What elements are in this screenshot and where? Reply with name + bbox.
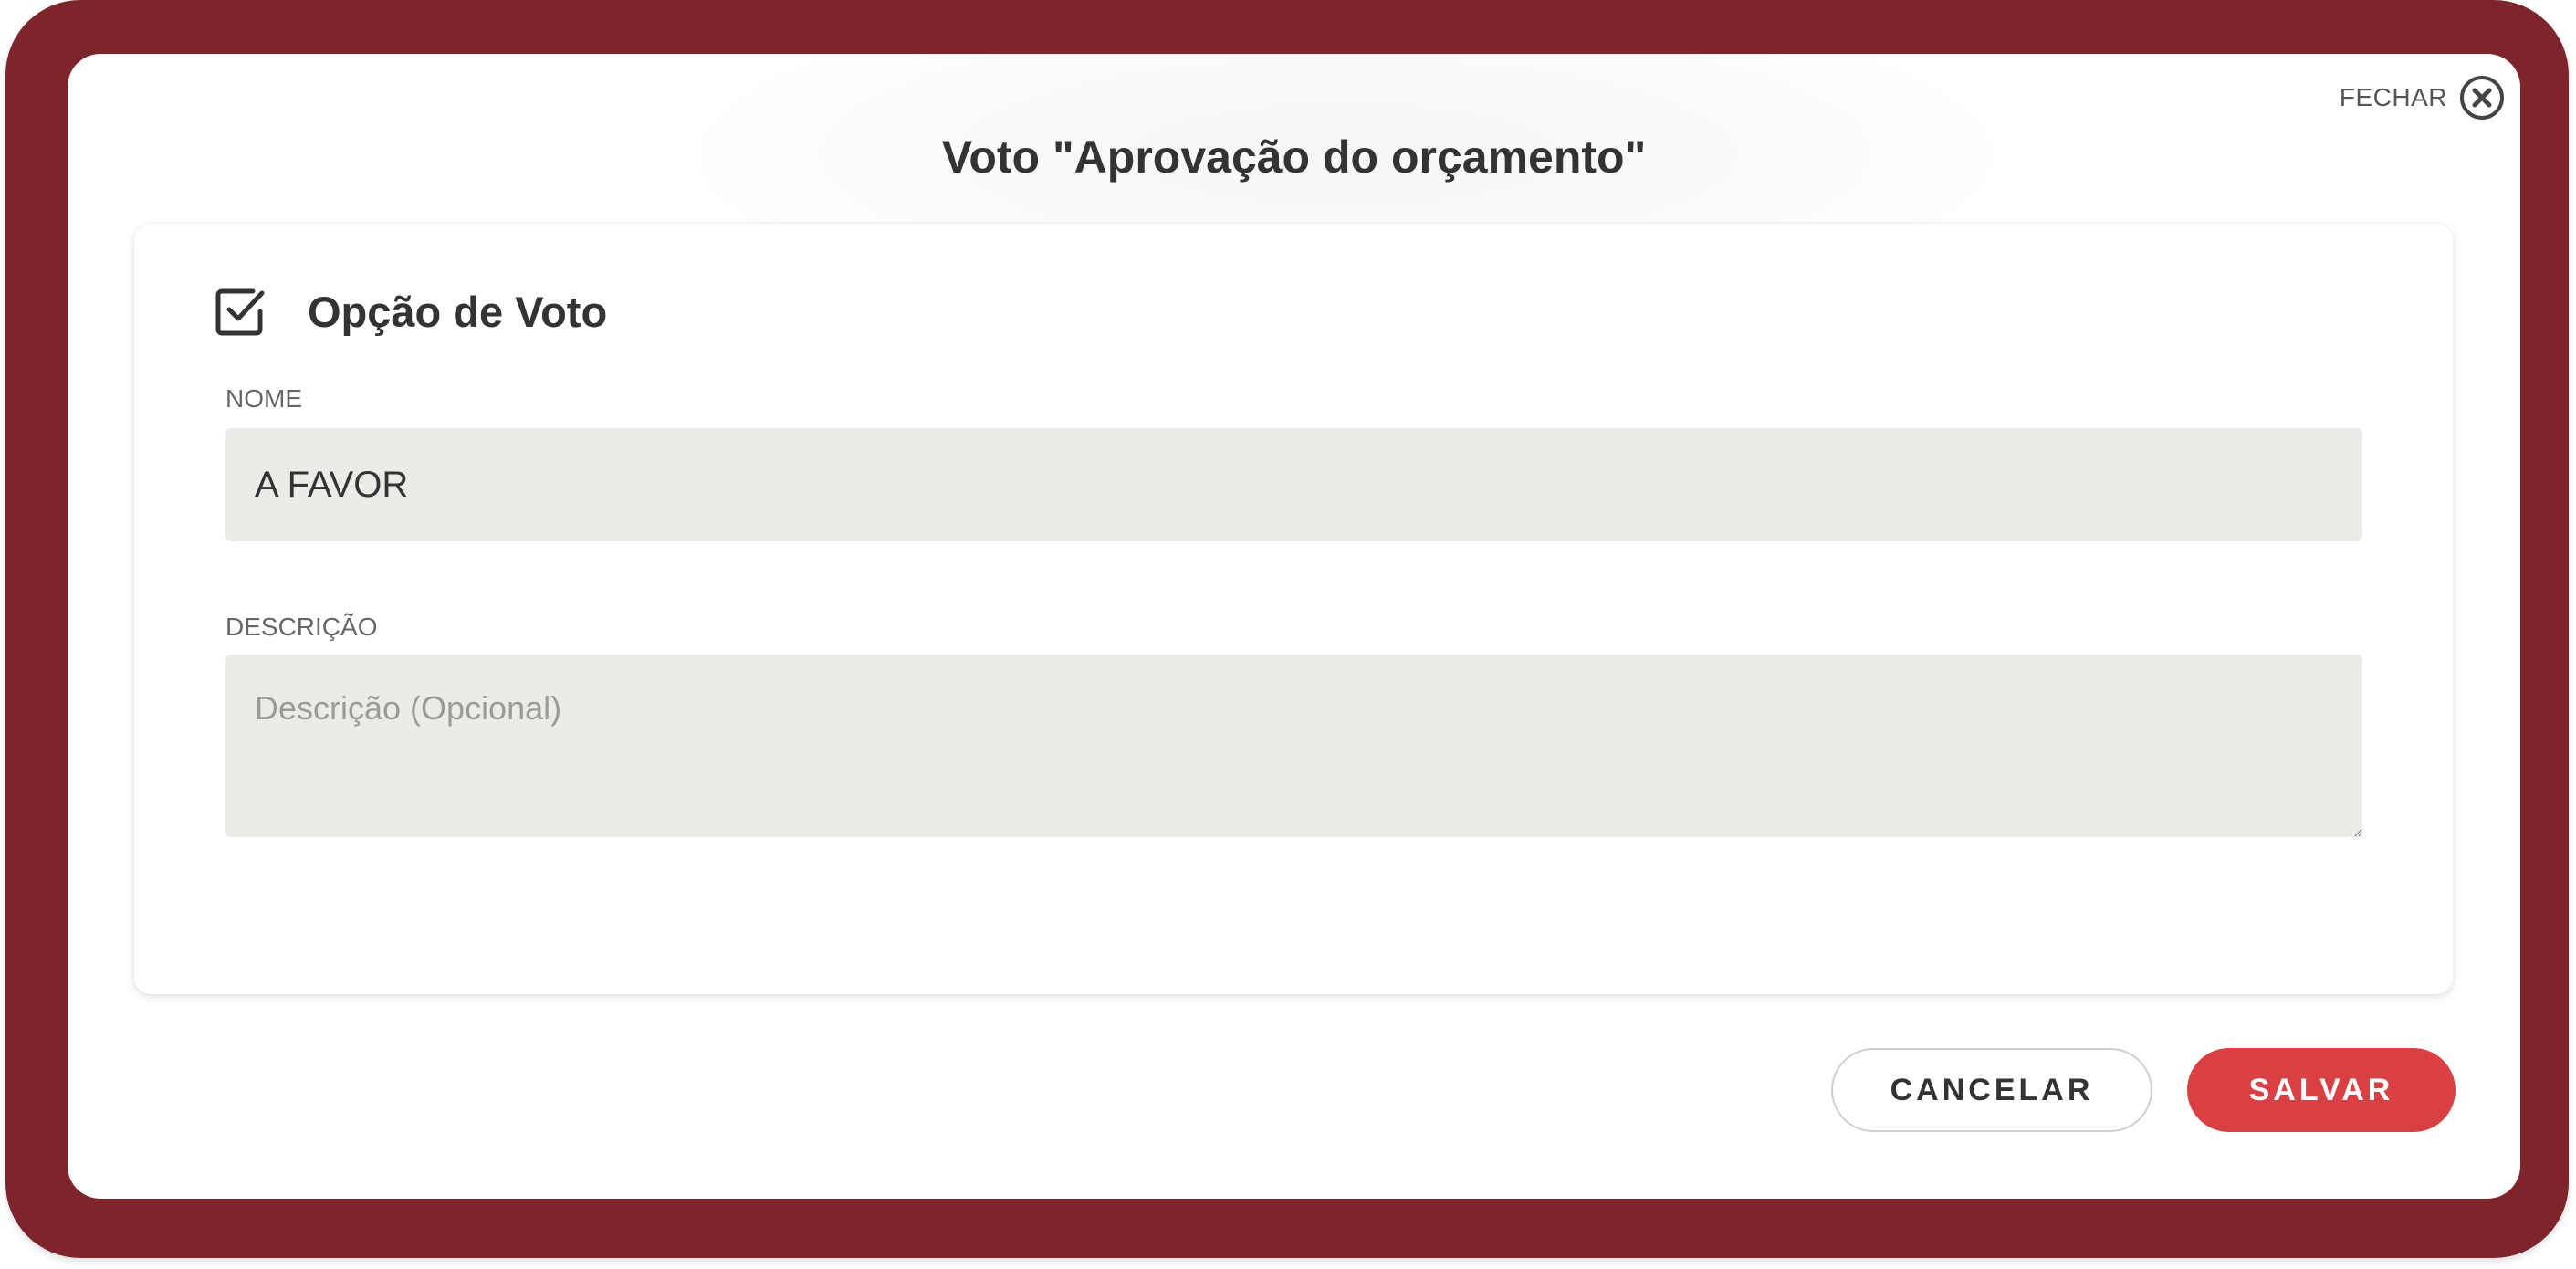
description-label: DESCRIÇÃO (225, 613, 378, 641)
vote-option-dialog: FECHAR Voto "Aprovação do orçamento" Opç… (68, 54, 2520, 1199)
description-textarea[interactable] (225, 655, 2362, 837)
modal-frame: FECHAR Voto "Aprovação do orçamento" Opç… (5, 0, 2569, 1258)
checkbox-checked-icon (215, 288, 265, 336)
close-icon[interactable] (2458, 74, 2506, 121)
cancel-button[interactable]: CANCELAR (1831, 1048, 2152, 1132)
dialog-title: Voto "Aprovação do orçamento" (941, 131, 1647, 183)
section-header: Opção de Voto (213, 284, 607, 339)
save-button[interactable]: SALVAR (2187, 1048, 2456, 1132)
name-label: NOME (225, 384, 302, 413)
vote-option-card: Opção de Voto NOME DESCRIÇÃO (134, 224, 2453, 994)
name-input[interactable] (225, 428, 2362, 541)
close-button[interactable]: FECHAR (2340, 74, 2506, 121)
close-label: FECHAR (2339, 83, 2447, 111)
section-title: Opção de Voto (308, 287, 608, 336)
